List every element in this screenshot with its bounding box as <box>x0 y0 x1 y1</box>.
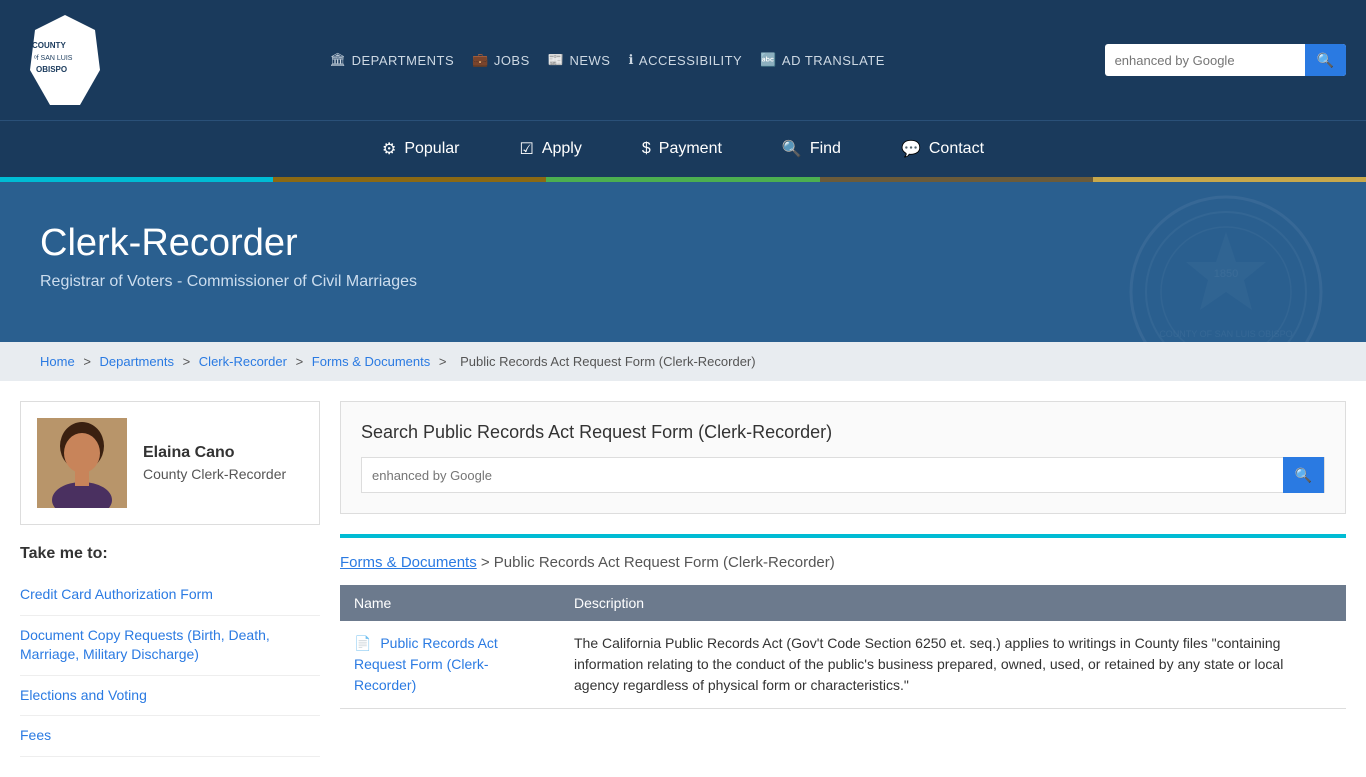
svg-text:ᵒf SAN LUIS: ᵒf SAN LUIS <box>34 55 73 62</box>
accessibility-link[interactable]: ℹ ACCESSIBILITY <box>628 52 742 68</box>
sidebar-heading: Take me to: <box>20 545 320 563</box>
list-item: Credit Card Authorization Form <box>20 575 320 616</box>
main-navigation: ⚙ Popular ☑ Apply $ Payment 🔍 Find 💬 Con… <box>0 120 1366 177</box>
breadcrumb-departments[interactable]: Departments <box>100 354 174 369</box>
news-link[interactable]: 📰 NEWS <box>548 52 611 68</box>
popular-nav-item[interactable]: ⚙ Popular <box>352 121 490 177</box>
elections-voting-link[interactable]: Elections and Voting <box>20 676 320 716</box>
top-search-box: 🔍 <box>1105 44 1346 76</box>
apply-icon: ☑ <box>519 139 533 159</box>
logo-area[interactable]: COUNTY ᵒf SAN LUIS OBISPO <box>20 0 110 120</box>
sidebar-links: Credit Card Authorization Form Document … <box>20 575 320 757</box>
breadcrumb-home[interactable]: Home <box>40 354 75 369</box>
top-search-input[interactable] <box>1105 53 1305 68</box>
search-section: Search Public Records Act Request Form (… <box>340 401 1346 514</box>
document-copy-requests-link[interactable]: Document Copy Requests (Birth, Death, Ma… <box>20 616 320 675</box>
svg-text:OBISPO: OBISPO <box>36 65 67 74</box>
teal-divider <box>340 534 1346 538</box>
table-body: 📄 Public Records Act Request Form (Clerk… <box>340 621 1346 709</box>
records-table: Name Description 📄 Public Records Act Re… <box>340 585 1346 709</box>
translate-icon: 🔤 <box>760 52 777 68</box>
payment-icon: $ <box>642 140 651 158</box>
fees-link[interactable]: Fees <box>20 716 320 756</box>
search-heading: Search Public Records Act Request Form (… <box>361 422 1325 443</box>
accessibility-icon: ℹ <box>628 52 633 68</box>
list-item: Elections and Voting <box>20 676 320 717</box>
translate-link[interactable]: 🔤 AD TRANSLATE <box>760 52 885 68</box>
breadcrumb-clerk-recorder[interactable]: Clerk-Recorder <box>199 354 287 369</box>
contact-icon: 💬 <box>901 139 921 159</box>
county-seal: 1850 COUNTY OF SAN LUIS OBISPO <box>1126 192 1326 342</box>
record-description-cell: The California Public Records Act (Gov't… <box>560 621 1346 709</box>
official-photo <box>37 418 127 508</box>
page-title: Clerk-Recorder <box>40 222 740 265</box>
table-row: 📄 Public Records Act Request Form (Clerk… <box>340 621 1346 709</box>
contact-nav-item[interactable]: 💬 Contact <box>871 121 1014 177</box>
sidebar-nav: Take me to: Credit Card Authorization Fo… <box>20 545 320 757</box>
breadcrumb: Home > Departments > Clerk-Recorder > Fo… <box>0 342 1366 381</box>
popular-icon: ⚙ <box>382 139 396 159</box>
content-trail-text: > Public Records Act Request Form (Clerk… <box>481 554 835 571</box>
hero-section: 1850 COUNTY OF SAN LUIS OBISPO Clerk-Rec… <box>0 182 1366 342</box>
list-item: Document Copy Requests (Birth, Death, Ma… <box>20 616 320 676</box>
site-logo: COUNTY ᵒf SAN LUIS OBISPO <box>20 10 110 110</box>
content-search-button[interactable]: 🔍 <box>1283 457 1324 493</box>
official-info: Elaina Cano County Clerk-Recorder <box>143 444 286 482</box>
news-icon: 📰 <box>548 52 565 68</box>
official-name: Elaina Cano <box>143 444 286 462</box>
content-search-box: 🔍 <box>361 457 1325 493</box>
content-area: Elaina Cano County Clerk-Recorder Take m… <box>0 381 1366 777</box>
sidebar: Elaina Cano County Clerk-Recorder Take m… <box>20 401 340 757</box>
find-icon: 🔍 <box>782 139 802 159</box>
top-links: 🏛 DEPARTMENTS 💼 JOBS 📰 NEWS ℹ ACCESSIBIL… <box>110 52 1105 68</box>
breadcrumb-forms-documents[interactable]: Forms & Documents <box>312 354 430 369</box>
official-title: County Clerk-Recorder <box>143 466 286 482</box>
main-content: Search Public Records Act Request Form (… <box>340 401 1346 757</box>
document-icon: 📄 <box>354 633 371 654</box>
official-card: Elaina Cano County Clerk-Recorder <box>20 401 320 525</box>
jobs-icon: 💼 <box>472 52 489 68</box>
svg-text:COUNTY OF SAN LUIS OBISPO: COUNTY OF SAN LUIS OBISPO <box>1159 329 1292 339</box>
list-item: Fees <box>20 716 320 757</box>
content-search-input[interactable] <box>362 468 1283 483</box>
table-header: Name Description <box>340 585 1346 621</box>
payment-nav-item[interactable]: $ Payment <box>612 122 752 176</box>
find-nav-item[interactable]: 🔍 Find <box>752 121 871 177</box>
forms-documents-link[interactable]: Forms & Documents <box>340 554 477 571</box>
page-subtitle: Registrar of Voters - Commissioner of Ci… <box>40 273 740 291</box>
content-trail: Forms & Documents > Public Records Act R… <box>340 554 1346 571</box>
apply-nav-item[interactable]: ☑ Apply <box>489 121 611 177</box>
breadcrumb-current: Public Records Act Request Form (Clerk-R… <box>460 354 755 369</box>
jobs-link[interactable]: 💼 JOBS <box>472 52 530 68</box>
svg-text:COUNTY: COUNTY <box>32 41 66 50</box>
table-col-name: Name <box>340 585 560 621</box>
departments-icon: 🏛 <box>330 52 347 68</box>
departments-link[interactable]: 🏛 DEPARTMENTS <box>330 52 455 68</box>
public-records-form-link[interactable]: Public Records Act Request Form (Clerk-R… <box>354 635 498 693</box>
top-search-button[interactable]: 🔍 <box>1305 44 1346 76</box>
credit-card-form-link[interactable]: Credit Card Authorization Form <box>20 575 320 615</box>
record-name-cell: 📄 Public Records Act Request Form (Clerk… <box>340 621 560 709</box>
top-navigation: COUNTY ᵒf SAN LUIS OBISPO 🏛 DEPARTMENTS … <box>0 0 1366 182</box>
table-col-description: Description <box>560 585 1346 621</box>
